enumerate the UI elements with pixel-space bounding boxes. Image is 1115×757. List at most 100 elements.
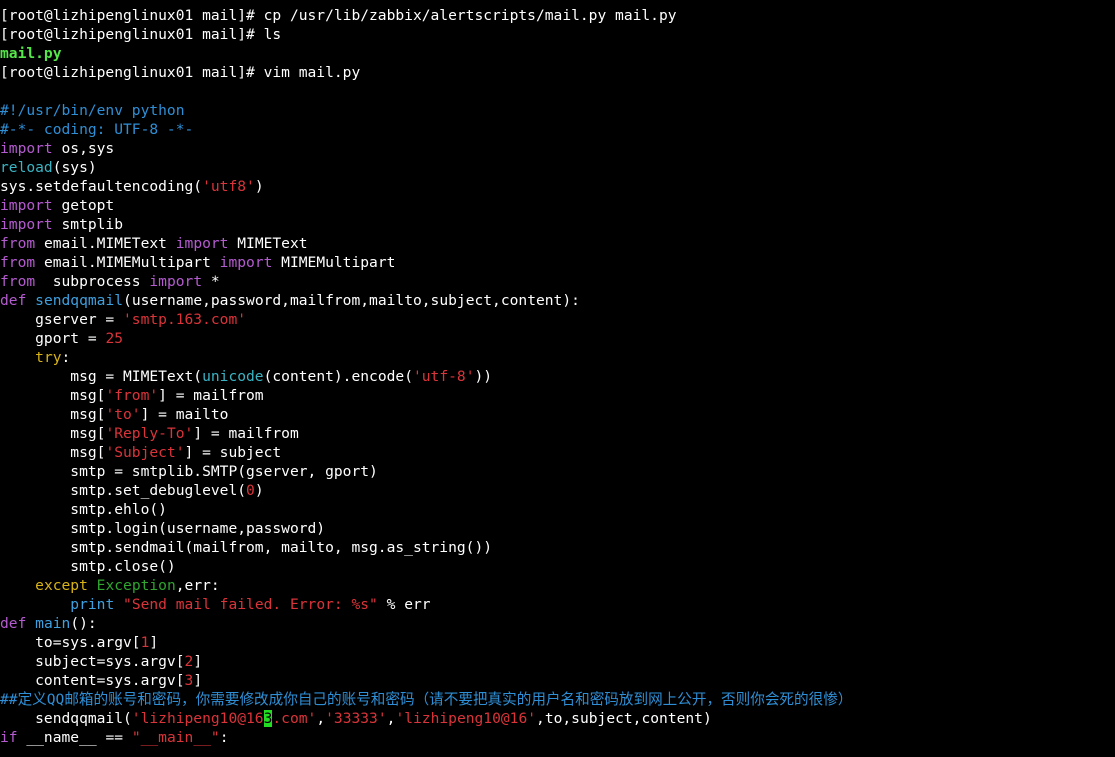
code-text: : (219, 729, 229, 746)
code-text: smtp = smtplib.SMTP(gserver, gport) (0, 463, 378, 480)
code-text: ) (254, 482, 264, 499)
terminal-line: import os,sys (0, 139, 1115, 158)
terminal-line: import getopt (0, 196, 1115, 215)
code-text: (content).encode( (263, 368, 413, 385)
code-text: ] = mailfrom (193, 425, 299, 442)
terminal-line: msg['to'] = mailto (0, 405, 1115, 424)
string-literal: 'Reply-To' (105, 425, 194, 442)
terminal-line: from email.MIMEMultipart import MIMEMult… (0, 253, 1115, 272)
number-literal: 0 (246, 482, 255, 499)
code-text: sys.setdefaultencoding( (0, 178, 203, 195)
function-name-token: main (35, 615, 71, 632)
terminal-line: def sendqqmail(username,password,mailfro… (0, 291, 1115, 310)
builtin-token: reload (0, 159, 53, 176)
keyword-token: def (0, 615, 27, 632)
code-text: MIMEMultipart (272, 254, 396, 271)
terminal-line: from email.MIMEText import MIMEText (0, 234, 1115, 253)
string-literal: 'lizhipeng10@16' (395, 710, 537, 727)
code-text: msg[ (0, 425, 106, 442)
code-text: : (61, 349, 71, 366)
code-text: * (202, 273, 220, 290)
code-text: ] (149, 634, 159, 651)
string-literal: "Send mail failed. Error: %s" (123, 596, 378, 613)
code-text: ,err: (175, 577, 220, 594)
string-literal: 'Subject' (105, 444, 185, 461)
string-literal: 'utf-8' (412, 368, 475, 385)
terminal-line: smtp.sendmail(mailfrom, mailto, msg.as_s… (0, 538, 1115, 557)
terminal-line: gserver = 'smtp.163.com' (0, 310, 1115, 329)
keyword-token: def (0, 292, 27, 309)
terminal-line: msg['Reply-To'] = mailfrom (0, 424, 1115, 443)
code-text: [root@lizhipenglinux01 mail]# ls (0, 26, 282, 43)
code-text: % err (377, 596, 431, 613)
terminal-line: gport = 25 (0, 329, 1115, 348)
code-text: msg[ (0, 444, 106, 461)
keyword-token: import (175, 235, 229, 252)
code-text: msg = MIMEText( (0, 368, 203, 385)
function-name-token: sendqqmail (35, 292, 124, 309)
code-text: ] (193, 653, 203, 670)
string-literal: 'from' (105, 387, 159, 404)
code-text: msg[ (0, 387, 106, 404)
number-literal: 25 (105, 330, 124, 347)
code-text: (username,password,mailfrom,mailto,subje… (123, 292, 580, 309)
terminal-line: ##定义QQ邮箱的账号和密码，你需要修改成你自己的账号和密码（请不要把真实的用户… (0, 690, 1115, 709)
terminal-line: try: (0, 348, 1115, 367)
terminal-line: msg = MIMEText(unicode(content).encode('… (0, 367, 1115, 386)
code-text: to=sys.argv[ (0, 634, 141, 651)
string-literal: .com' (272, 710, 317, 727)
comment-text: #-*- coding: UTF-8 -*- (0, 121, 194, 138)
code-text: msg[ (0, 406, 106, 423)
terminal-line: except Exception,err: (0, 576, 1115, 595)
code-text: smtp.sendmail(mailfrom, mailto, msg.as_s… (0, 539, 493, 556)
keyword-token: import (149, 273, 203, 290)
code-text: subject=sys.argv[ (0, 653, 185, 670)
terminal-line: #-*- coding: UTF-8 -*- (0, 120, 1115, 139)
builtin-token: unicode (202, 368, 264, 385)
keyword-token: import (0, 197, 53, 214)
code-text: email.MIMEText (35, 235, 176, 252)
keyword-token: import (0, 216, 53, 233)
code-text: ] = subject (184, 444, 282, 461)
terminal-line: [root@lizhipenglinux01 mail]# vim mail.p… (0, 63, 1115, 82)
terminal-line: subject=sys.argv[2] (0, 652, 1115, 671)
keyword-token: try (35, 349, 62, 366)
comment-text: ##定义QQ邮箱的账号和密码，你需要修改成你自己的账号和密码（请不要把真实的用户… (0, 691, 853, 708)
code-text: smtp.login(username,password) (0, 520, 326, 537)
terminal-line: smtp.login(username,password) (0, 519, 1115, 538)
code-text: [root@lizhipenglinux01 mail]# cp /usr/li… (0, 7, 677, 24)
code-text: os,sys (52, 140, 115, 157)
terminal-line: from subprocess import * (0, 272, 1115, 291)
code-text: ) (254, 178, 264, 195)
string-literal: 'lizhipeng10@16 (131, 710, 264, 727)
code-text: smtp.close() (0, 558, 176, 575)
string-literal: 'utf8' (202, 178, 255, 195)
terminal-line: [root@lizhipenglinux01 mail]# ls (0, 25, 1115, 44)
number-literal: 2 (184, 653, 194, 670)
terminal-line: msg['Subject'] = subject (0, 443, 1115, 462)
code-text: smtplib (52, 216, 124, 233)
terminal-line: content=sys.argv[3] (0, 671, 1115, 690)
code-text: )) (474, 368, 493, 385)
code-text: ] (193, 672, 203, 689)
keyword-token: if (0, 729, 18, 746)
code-text: smtp.ehlo() (0, 501, 167, 518)
terminal-line: sys.setdefaultencoding('utf8') (0, 177, 1115, 196)
keyword-token: from (0, 254, 36, 271)
terminal-window[interactable]: [root@lizhipenglinux01 mail]# cp /usr/li… (0, 0, 1115, 757)
code-text: sendqqmail( (0, 710, 132, 727)
code-text: subprocess (35, 273, 150, 290)
terminal-line: smtp.close() (0, 557, 1115, 576)
terminal-line: [root@lizhipenglinux01 mail]# cp /usr/li… (0, 6, 1115, 25)
string-literal: "__main__" (131, 729, 220, 746)
code-text: gserver = (0, 311, 124, 328)
code-text: , (316, 710, 326, 727)
code-text: MIMEText (228, 235, 308, 252)
string-literal: '33333' (325, 710, 387, 727)
code-text: ] = mailfrom (158, 387, 264, 404)
